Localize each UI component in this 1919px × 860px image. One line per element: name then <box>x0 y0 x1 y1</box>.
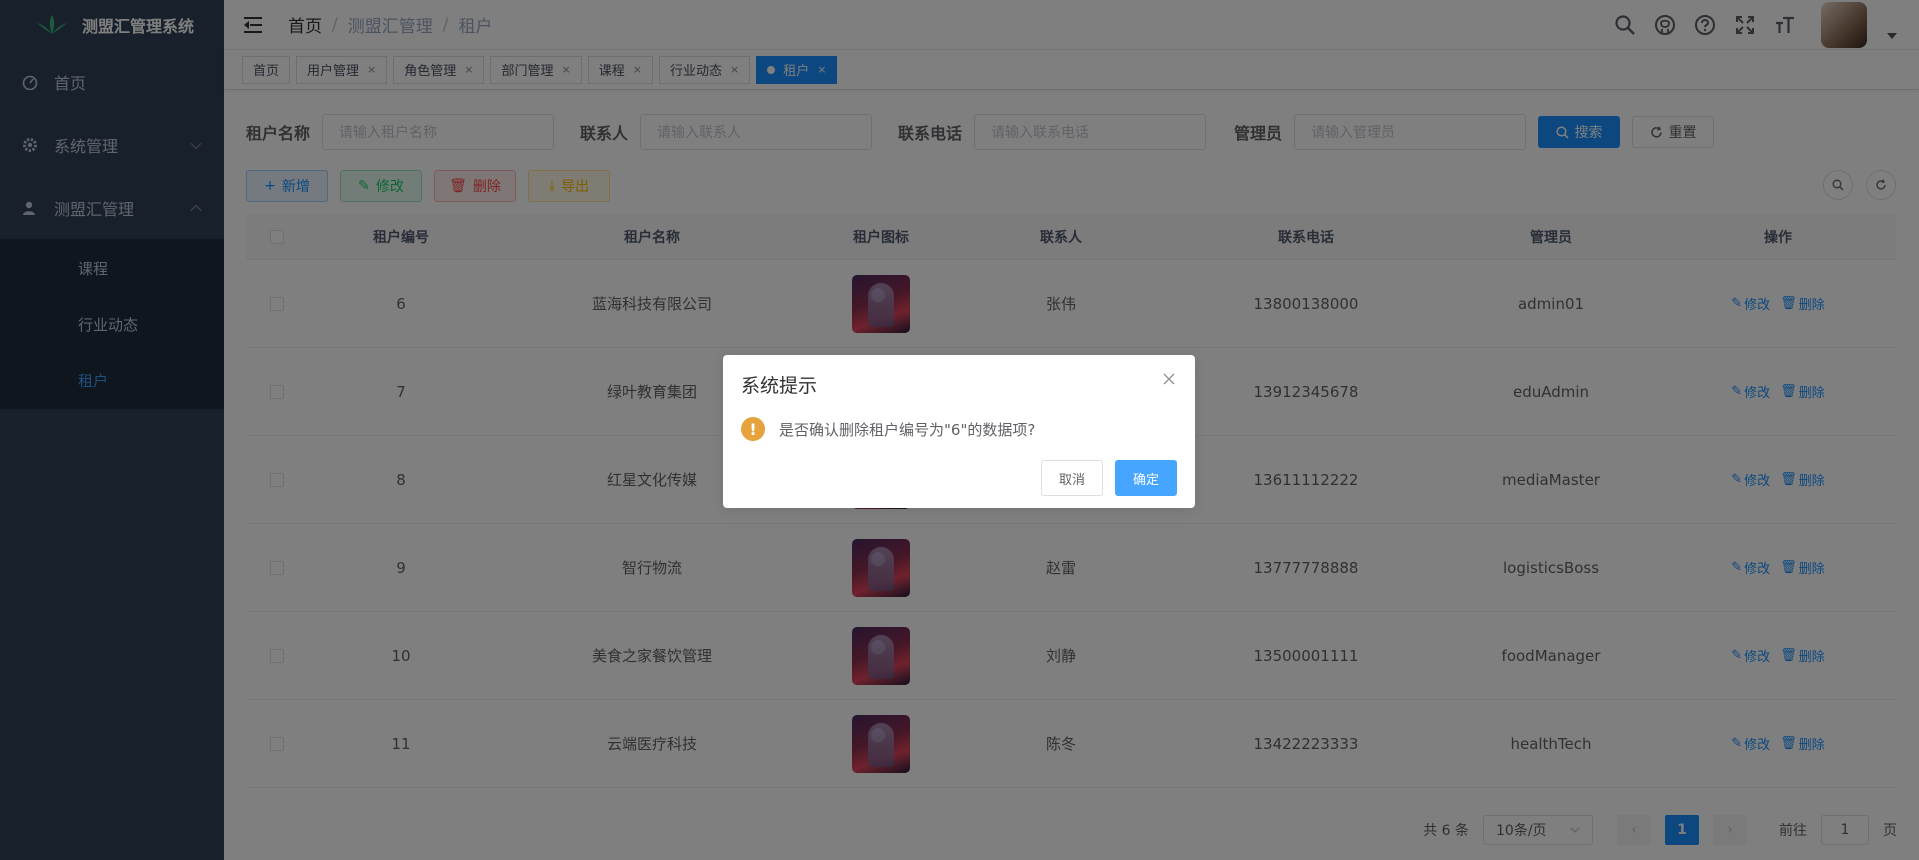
confirm-dialog: 系统提示 ! 是否确认删除租户编号为"6"的数据项? 取消 确定 <box>723 355 1195 508</box>
dialog-body: ! 是否确认删除租户编号为"6"的数据项? <box>741 417 1035 441</box>
warning-icon: ! <box>741 417 765 441</box>
dialog-message: 是否确认删除租户编号为"6"的数据项? <box>779 420 1036 439</box>
confirm-button[interactable]: 确定 <box>1115 460 1177 496</box>
cancel-button[interactable]: 取消 <box>1041 460 1103 496</box>
dialog-footer: 取消 确定 <box>1041 460 1177 496</box>
dialog-title: 系统提示 <box>741 375 818 397</box>
close-icon[interactable] <box>1161 371 1177 387</box>
